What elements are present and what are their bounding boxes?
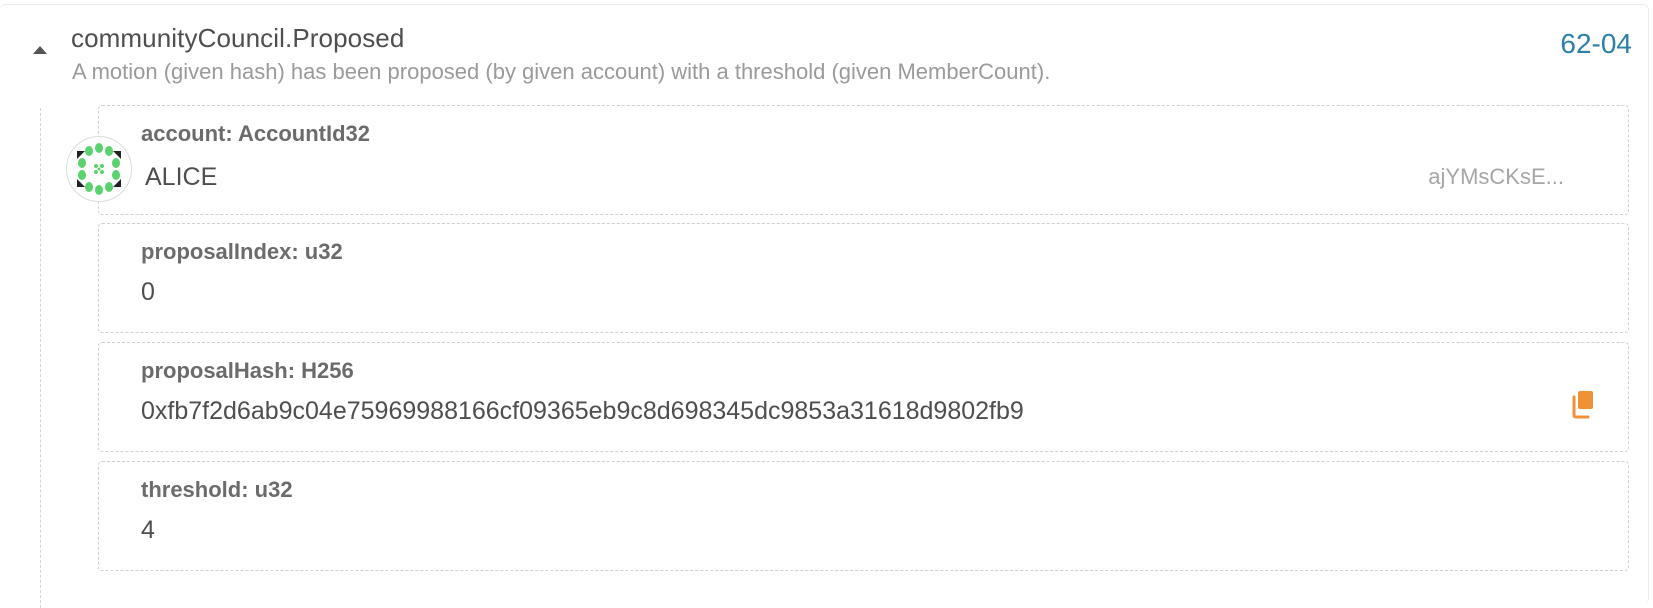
param-value: 0xfb7f2d6ab9c04e75969988166cf09365eb9c8d… — [141, 397, 1024, 425]
param-account: account: AccountId32 ALICE ajYMsCKsE... — [98, 105, 1629, 215]
param-label: proposalHash: H256 — [141, 358, 354, 383]
param-label: account: AccountId32 — [141, 121, 370, 146]
event-title: communityCouncil.Proposed — [71, 23, 405, 53]
event-description: A motion (given hash) has been proposed … — [72, 59, 1051, 84]
account-name: ALICE — [145, 163, 218, 191]
param-label: threshold: u32 — [141, 477, 293, 502]
caret-up-icon[interactable] — [31, 43, 49, 57]
identicon-icon — [77, 143, 121, 195]
param-value: 0 — [141, 278, 155, 306]
param-label: proposalIndex: u32 — [141, 239, 343, 264]
param-threshold: threshold: u32 4 — [98, 461, 1629, 571]
event-index-link[interactable]: 62-04 — [1560, 28, 1632, 60]
param-value: 4 — [141, 516, 155, 544]
copy-icon[interactable] — [1570, 389, 1596, 419]
account-address[interactable]: ajYMsCKsE... — [1428, 164, 1564, 190]
param-proposal-index: proposalIndex: u32 0 — [98, 223, 1629, 333]
event-card: communityCouncil.Proposed A motion (give… — [0, 4, 1649, 608]
account-identicon[interactable] — [66, 136, 132, 202]
params-tree-line — [40, 108, 41, 608]
param-proposal-hash: proposalHash: H256 0xfb7f2d6ab9c04e75969… — [98, 342, 1629, 452]
